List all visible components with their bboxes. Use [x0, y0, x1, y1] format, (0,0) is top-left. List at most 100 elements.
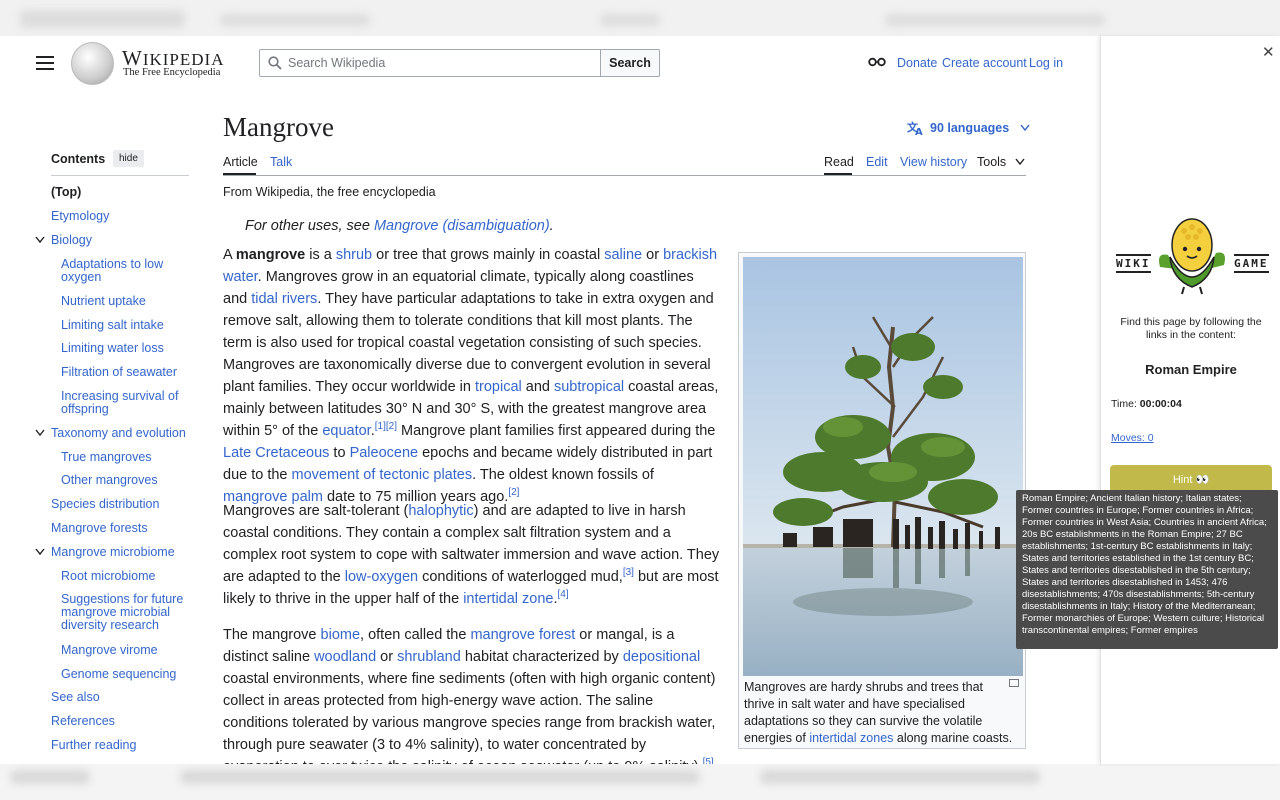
donate-link[interactable]: Donate: [897, 56, 937, 70]
hatnote-end: .: [549, 218, 554, 234]
tools-dropdown[interactable]: Tools: [977, 155, 1025, 169]
toc-divider: [51, 175, 189, 176]
hint-tooltip: Roman Empire; Ancient Italian history; I…: [1016, 490, 1278, 649]
search-box[interactable]: [259, 49, 601, 77]
toc-item-genome[interactable]: Genome sequencing: [61, 668, 189, 681]
tab-read-underline: [824, 173, 852, 175]
link-equator[interactable]: equator: [322, 423, 370, 439]
disambiguation-link[interactable]: Mangrove (disambiguation): [374, 218, 550, 234]
mangrove-photo[interactable]: [743, 257, 1023, 676]
toc-item-mangrove-forests[interactable]: Mangrove forests: [51, 522, 148, 535]
toc-item-virome[interactable]: Mangrove virome: [61, 644, 189, 657]
chevron-down-icon[interactable]: [35, 236, 45, 244]
search-icon: [268, 56, 282, 70]
wiki-game-logo: WIKI GAME: [1116, 215, 1269, 295]
link-halophytic[interactable]: halophytic: [408, 503, 473, 519]
browser-toolbar-blurred: [0, 0, 1280, 36]
toc-item-root-microbiome[interactable]: Root microbiome: [61, 570, 189, 583]
link-depositional[interactable]: depositional: [623, 649, 700, 665]
wikipedia-tagline: The Free Encyclopedia: [123, 67, 221, 78]
link-mangrove-forest[interactable]: mangrove forest: [470, 627, 575, 643]
link-shrub[interactable]: shrub: [336, 247, 372, 263]
link-intertidal-zone[interactable]: intertidal zone: [463, 591, 553, 607]
browser-bottom-blurred: [0, 764, 1280, 800]
page-title: Mangrove: [223, 112, 334, 142]
corn-mascot-icon: [1159, 218, 1225, 295]
create-account-link[interactable]: Create account: [942, 56, 1027, 70]
language-count: 90 languages: [930, 121, 1010, 135]
main-menu-icon[interactable]: [36, 56, 54, 70]
enlarge-icon[interactable]: [1009, 679, 1019, 687]
toc-item-adaptations[interactable]: Adaptations to low oxygen: [61, 258, 189, 284]
chevron-down-icon[interactable]: [35, 548, 45, 556]
link-intertidal-zones[interactable]: intertidal zones: [809, 731, 893, 745]
tab-article[interactable]: Article: [223, 155, 258, 169]
link-tropical[interactable]: tropical: [475, 379, 522, 395]
infobox-image: Mangroves are hardy shrubs and trees tha…: [738, 252, 1026, 749]
toc-item-species-distribution[interactable]: Species distribution: [51, 498, 159, 511]
link-saline[interactable]: saline: [604, 247, 642, 263]
citation-link[interactable]: [2]: [386, 421, 397, 432]
search-input[interactable]: [288, 53, 588, 73]
chevron-down-icon: [1020, 124, 1030, 132]
toc-item-further-reading[interactable]: Further reading: [51, 739, 136, 752]
toc-item-nutrient-uptake[interactable]: Nutrient uptake: [61, 295, 189, 308]
link-late-cretaceous[interactable]: Late Cretaceous: [223, 445, 329, 461]
appearance-glasses-icon[interactable]: [868, 56, 886, 68]
citation-link[interactable]: [3]: [623, 567, 634, 578]
wikipedia-globe-logo[interactable]: [71, 42, 114, 85]
wikipedia-page: WIKIPEDIA The Free Encyclopedia Search D…: [0, 36, 1100, 764]
link-subtropical[interactable]: subtropical: [554, 379, 624, 395]
toc-item-taxonomy[interactable]: Taxonomy and evolution: [51, 427, 186, 440]
toc-title: Contents: [51, 152, 106, 166]
caption-end: along marine coasts.: [893, 731, 1013, 745]
toc-item-references[interactable]: References: [51, 715, 115, 728]
toc-item-top[interactable]: (Top): [51, 186, 81, 199]
link-shrubland[interactable]: shrubland: [397, 649, 461, 665]
site-subtitle: From Wikipedia, the free encyclopedia: [223, 185, 436, 199]
toc-item-other-mangroves[interactable]: Other mangroves: [61, 474, 189, 487]
moves-counter[interactable]: Moves: 0: [1111, 432, 1154, 444]
citation-link[interactable]: [2]: [508, 487, 519, 498]
tab-talk[interactable]: Talk: [270, 155, 292, 169]
hatnote-text: For other uses, see: [245, 218, 374, 234]
link-low-oxygen[interactable]: low-oxygen: [345, 569, 418, 585]
link-paleocene[interactable]: Paleocene: [350, 445, 419, 461]
tab-divider: [223, 175, 1026, 176]
citation-link[interactable]: [5]: [703, 757, 714, 764]
toc-item-offspring[interactable]: Increasing survival of offspring: [61, 390, 181, 416]
game-instructions: Find this page by following the links in…: [1120, 316, 1262, 341]
login-link[interactable]: Log in: [1029, 56, 1063, 70]
target-page-title: Roman Empire: [1145, 362, 1237, 377]
toc-hide-button[interactable]: hide: [113, 150, 144, 167]
timer-value: 00:00:04: [1139, 398, 1182, 410]
link-biome[interactable]: biome: [321, 627, 361, 643]
link-tidal-rivers[interactable]: tidal rivers: [251, 291, 317, 307]
paragraph-3: The mangrove biome, often called the man…: [223, 624, 720, 764]
translate-icon: 文A: [907, 120, 923, 136]
tab-read[interactable]: Read: [824, 155, 854, 169]
tab-edit[interactable]: Edit: [866, 155, 888, 169]
image-caption: Mangroves are hardy shrubs and trees tha…: [744, 679, 1014, 747]
toc-item-etymology[interactable]: Etymology: [51, 210, 109, 223]
toc-item-water-loss[interactable]: Limiting water loss: [61, 342, 189, 355]
search-button[interactable]: Search: [600, 49, 660, 77]
toc-item-salt-intake[interactable]: Limiting salt intake: [61, 319, 189, 332]
link-tectonic-plates[interactable]: movement of tectonic plates: [292, 467, 473, 483]
svg-text:A: A: [915, 127, 923, 136]
hint-button[interactable]: Hint 👀: [1110, 465, 1272, 493]
tab-view-history[interactable]: View history: [900, 155, 967, 169]
toc-item-biology[interactable]: Biology: [51, 234, 92, 247]
language-selector[interactable]: 文A 90 languages: [907, 120, 1030, 136]
close-icon[interactable]: ✕: [1262, 43, 1275, 61]
toc-item-see-also[interactable]: See also: [51, 691, 100, 704]
toc-item-true-mangroves[interactable]: True mangroves: [61, 451, 189, 464]
game-timer: Time: 00:00:04: [1111, 398, 1182, 410]
chevron-down-icon[interactable]: [35, 429, 45, 437]
toc-item-suggestions[interactable]: Suggestions for future mangrove microbia…: [61, 593, 186, 632]
link-woodland[interactable]: woodland: [314, 649, 376, 665]
citation-link[interactable]: [1]: [375, 421, 386, 432]
citation-link[interactable]: [4]: [558, 589, 569, 600]
toc-item-microbiome[interactable]: Mangrove microbiome: [51, 546, 175, 559]
toc-item-filtration[interactable]: Filtration of seawater: [61, 366, 189, 379]
